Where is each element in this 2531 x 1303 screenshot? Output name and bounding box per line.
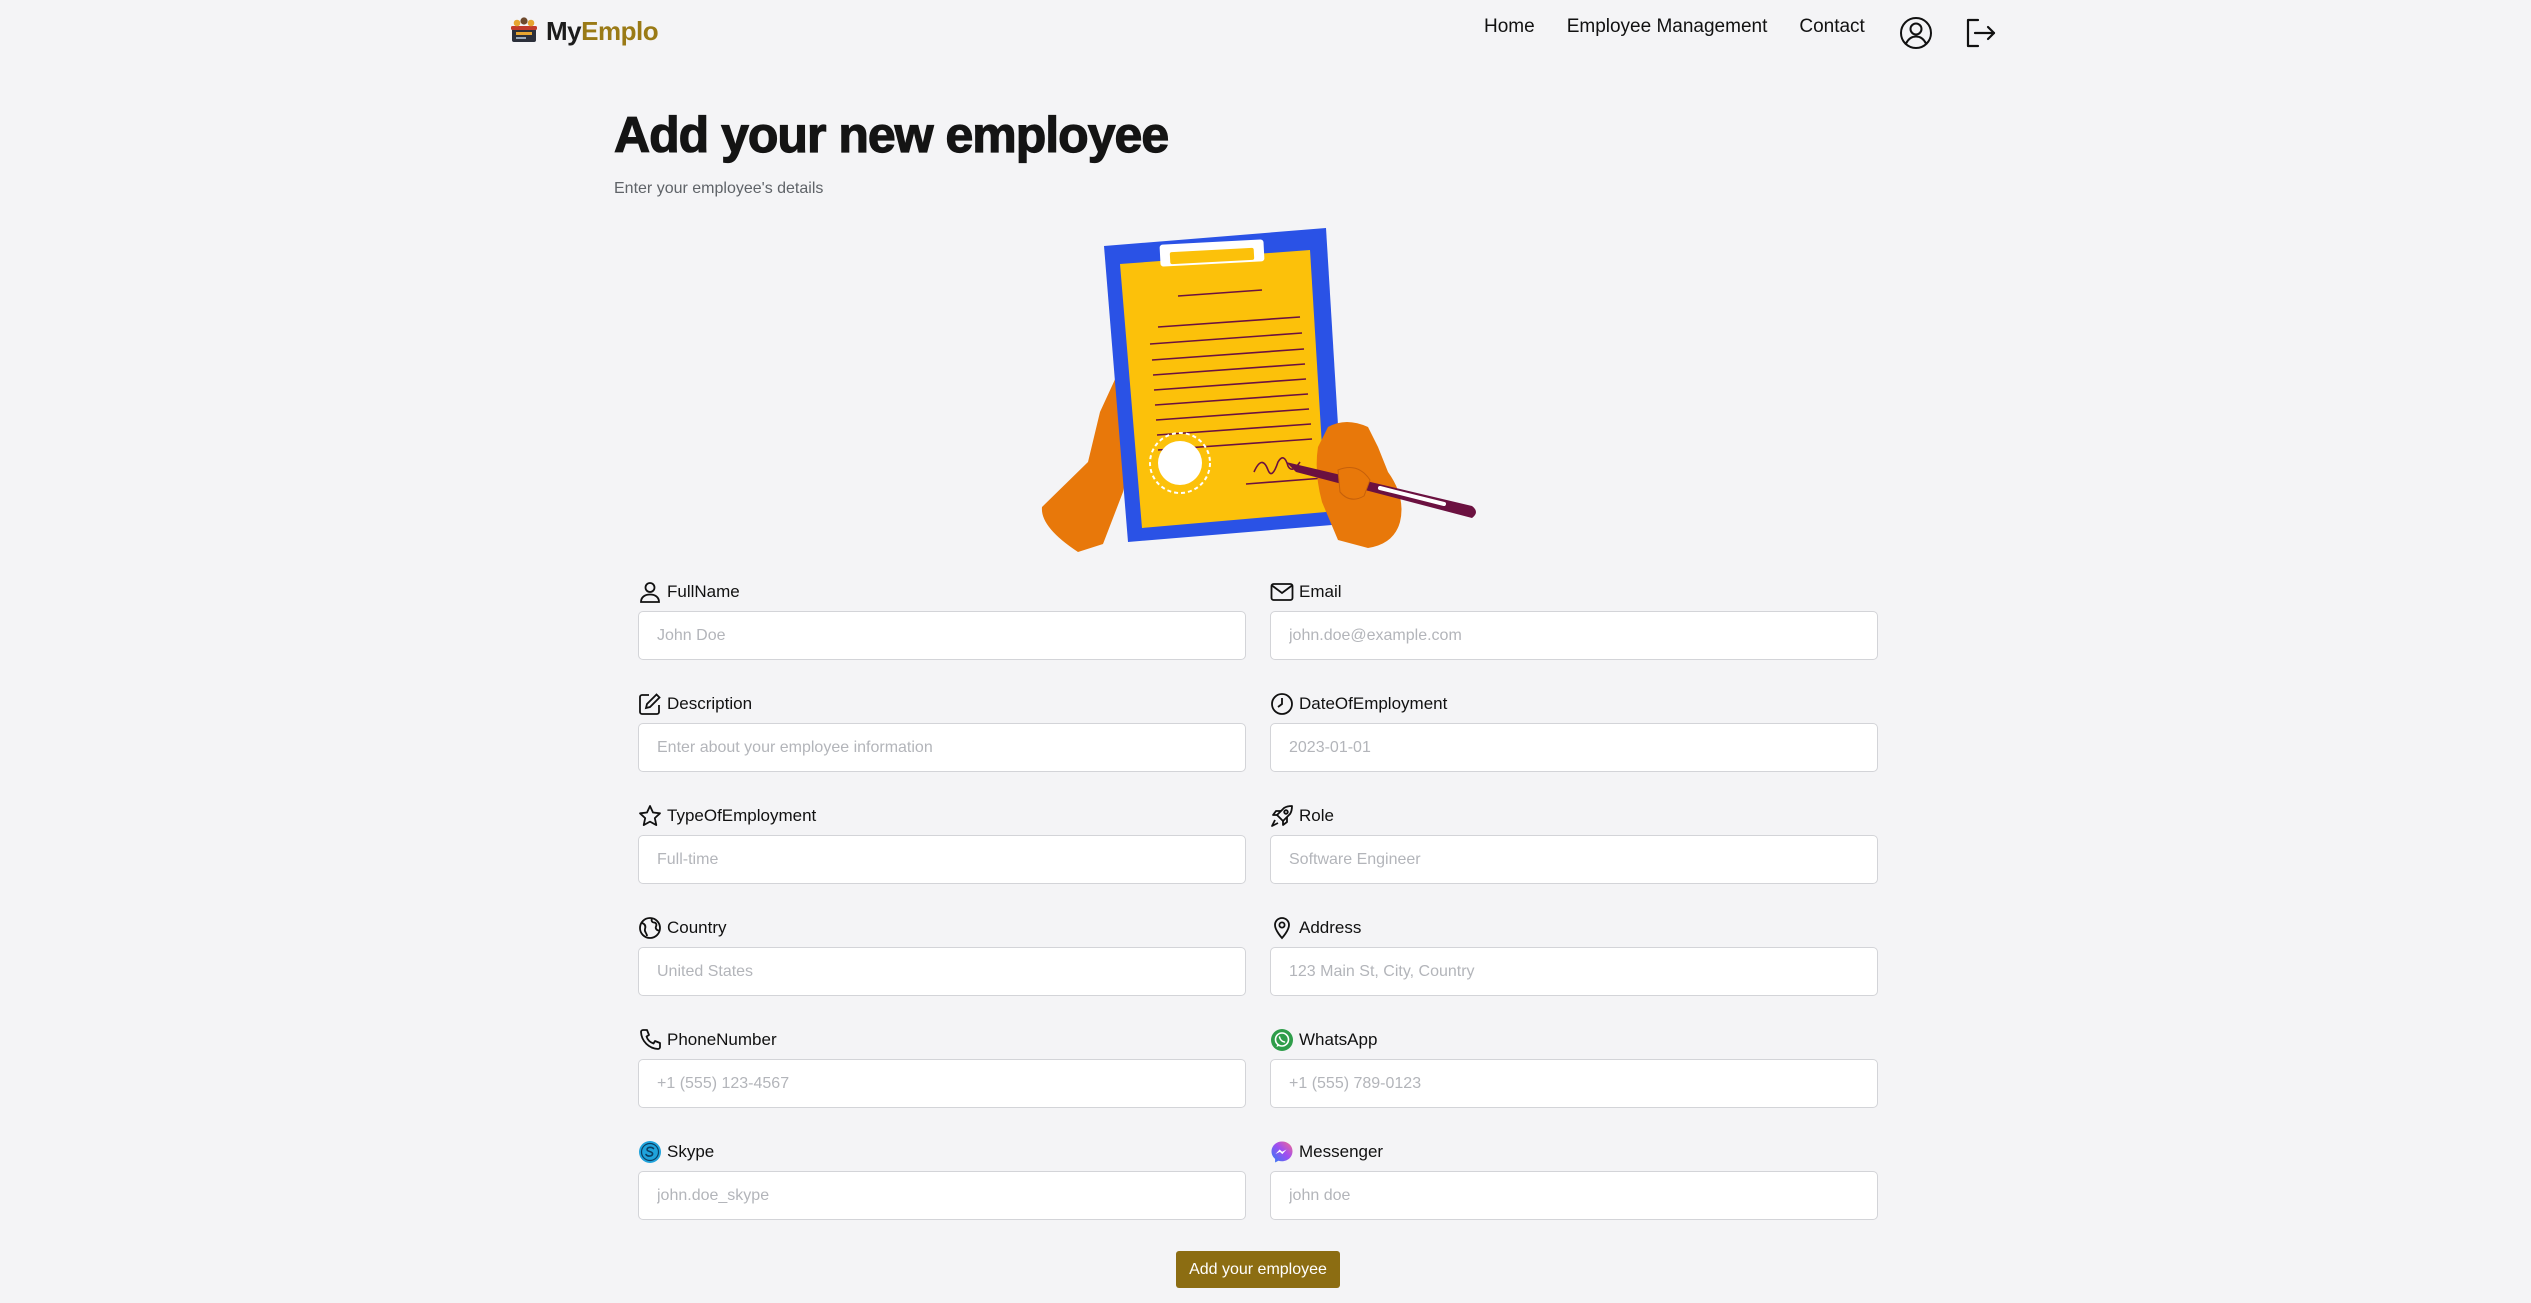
whatsapp-field: WhatsApp: [1270, 1027, 1880, 1108]
role-input[interactable]: [1270, 835, 1878, 884]
fullname-field: FullName: [638, 579, 1248, 660]
page-subtitle: Enter your employee's details: [614, 180, 824, 197]
phone-number-label: PhoneNumber: [667, 1030, 777, 1049]
phone-number-input[interactable]: [638, 1059, 1246, 1108]
logout-icon[interactable]: [1962, 15, 1998, 51]
brand-emplo: Emplo: [581, 15, 659, 46]
role-field: Role: [1270, 803, 1880, 884]
skype-field: Skype: [638, 1139, 1248, 1220]
globe-icon: [639, 917, 661, 939]
address-label: Address: [1299, 918, 1362, 937]
add-employee-button[interactable]: Add your employee: [1176, 1251, 1340, 1288]
envelope-icon: [1270, 583, 1294, 601]
phone-number-field: PhoneNumber: [638, 1027, 1248, 1108]
country-field: Country: [638, 915, 1248, 996]
whatsapp-icon: [1271, 1029, 1293, 1051]
skype-icon: [639, 1141, 661, 1163]
country-input[interactable]: [638, 947, 1246, 996]
date-of-employment-input[interactable]: [1270, 723, 1878, 772]
messenger-input[interactable]: [1270, 1171, 1878, 1220]
type-of-employment-label: TypeOfEmployment: [667, 806, 817, 825]
star-icon: [639, 805, 661, 826]
skype-input[interactable]: [638, 1171, 1246, 1220]
fullname-input[interactable]: [638, 611, 1246, 660]
type-of-employment-field: TypeOfEmployment: [638, 803, 1248, 884]
address-field: Address: [1270, 915, 1880, 996]
phone-icon: [640, 1029, 661, 1050]
clipboard-signing-illustration: [1041, 228, 1476, 552]
date-of-employment-label: DateOfEmployment: [1299, 694, 1448, 713]
brand-logo[interactable]: My Emplo: [508, 13, 659, 49]
description-label: Description: [667, 694, 753, 713]
nav-employee-management-link[interactable]: Employee Management: [1567, 16, 1768, 38]
skype-label: Skype: [667, 1142, 715, 1161]
rocket-icon: [1271, 805, 1293, 827]
description-field: Description: [638, 691, 1248, 772]
map-pin-icon: [1274, 917, 1290, 940]
whatsapp-label: WhatsApp: [1299, 1030, 1378, 1049]
type-of-employment-input[interactable]: [638, 835, 1246, 884]
date-of-employment-field: DateOfEmployment: [1270, 691, 1880, 772]
email-input[interactable]: [1270, 611, 1878, 660]
email-field: Email: [1270, 579, 1880, 660]
country-label: Country: [667, 918, 727, 937]
top-navbar: My Emplo Home Employee Management Contact: [0, 0, 2531, 64]
description-input[interactable]: [638, 723, 1246, 772]
whatsapp-input[interactable]: [1270, 1059, 1878, 1108]
clock-icon: [1271, 693, 1293, 715]
role-label: Role: [1299, 806, 1334, 825]
user-circle-icon[interactable]: [1898, 15, 1934, 51]
nav-links: Home Employee Management Contact: [1484, 16, 1865, 38]
nav-contact-link[interactable]: Contact: [1799, 16, 1864, 38]
nav-home-link[interactable]: Home: [1484, 16, 1535, 38]
team-logo-icon: [511, 17, 537, 42]
email-label: Email: [1299, 582, 1342, 601]
page-title: Add your new employee: [613, 106, 1169, 163]
messenger-field: Messenger: [1270, 1139, 1880, 1220]
fullname-label: FullName: [667, 582, 740, 601]
pencil-square-icon: [639, 693, 661, 715]
address-input[interactable]: [1270, 947, 1878, 996]
brand-my: My: [546, 15, 582, 46]
messenger-label: Messenger: [1299, 1142, 1384, 1161]
person-icon: [640, 582, 660, 603]
messenger-icon: [1271, 1141, 1293, 1163]
